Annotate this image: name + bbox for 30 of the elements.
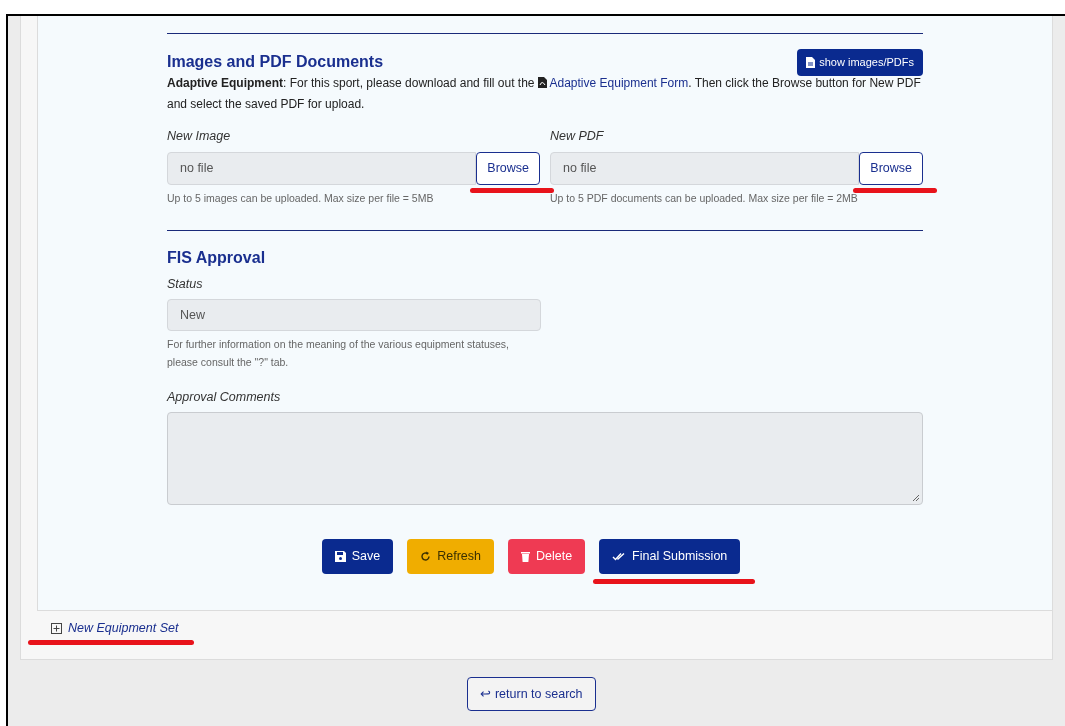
file-name-field: no file (167, 151, 477, 185)
return-to-search-button[interactable]: ↩ return to search (467, 677, 596, 711)
refresh-icon (420, 551, 432, 562)
resize-handle-icon (911, 493, 920, 502)
adaptive-equipment-notice: Adaptive Equipment: For this sport, please download and fill out the Adaptive Equipment Form. Then click the Browse button for New PDF and select the saved PDF for upload. (167, 75, 922, 113)
save-button[interactable]: Save (321, 539, 394, 574)
plus-square-icon (51, 622, 62, 634)
help-text: Up to 5 images can be uploaded. Max size per file = 5MB (167, 190, 435, 206)
file-name-field: no file (550, 151, 860, 185)
browse-button[interactable]: Browse (476, 151, 540, 185)
refresh-button[interactable]: Refresh (407, 539, 494, 574)
help-text: Up to 5 PDF documents can be uploaded. Max size per file = 2MB (550, 190, 859, 206)
double-check-icon (612, 552, 627, 561)
pdf-file-icon (537, 77, 547, 88)
show-images-button[interactable]: show images/PDFs (797, 49, 923, 76)
final-submission-button[interactable]: Final Submission (599, 539, 741, 574)
trash-icon (520, 551, 530, 562)
field-label: Status (167, 275, 204, 293)
field-label: New PDF (550, 128, 605, 145)
field-label: Approval Comments (167, 389, 282, 407)
new-equipment-set-link[interactable]: New Equipment Set (51, 618, 179, 638)
delete-button[interactable]: Delete (507, 539, 586, 574)
comments-field[interactable] (167, 412, 923, 505)
status-field: New (167, 299, 541, 332)
section-title: FIS Approval (167, 247, 267, 268)
document-icon (806, 57, 816, 68)
field-label: New Image (167, 128, 232, 145)
section-title: Images and PDF Documents (167, 52, 384, 72)
browse-button[interactable]: Browse (859, 151, 923, 185)
help-text: For further information on the meaning of the various equipment statuses, please consult the "?" tab. (167, 337, 511, 371)
